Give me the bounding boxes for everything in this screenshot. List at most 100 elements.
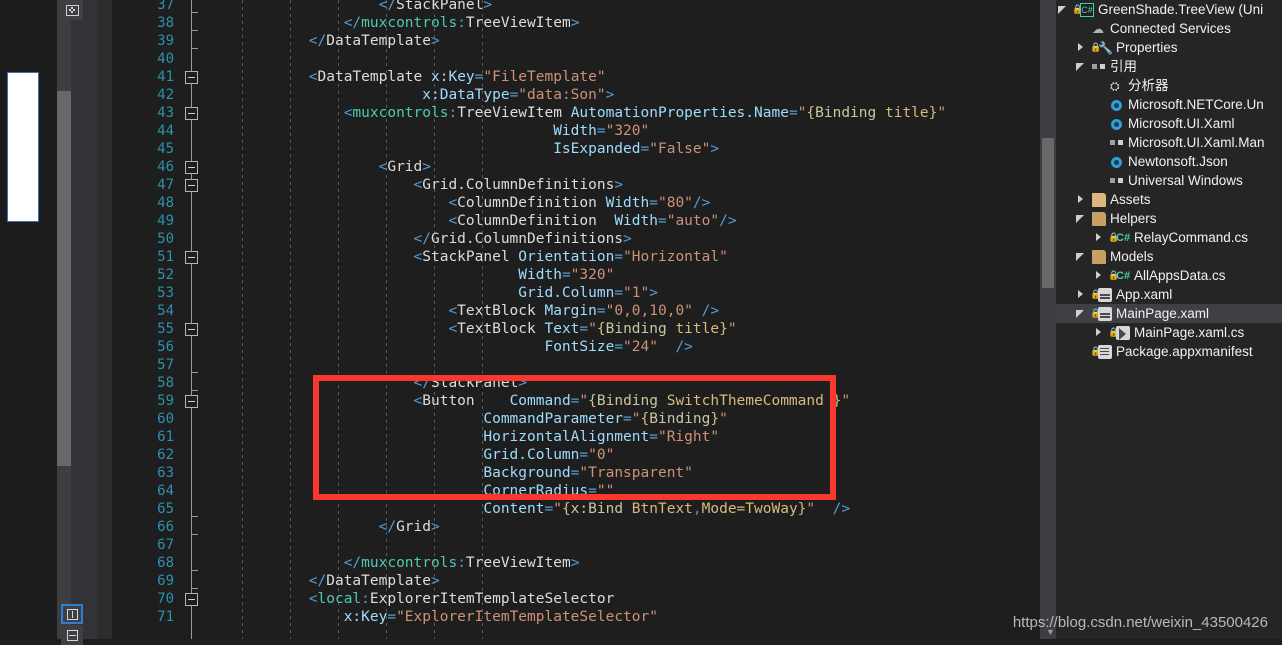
fold-collapse-box[interactable] bbox=[185, 323, 198, 336]
editor-scrollbar-thumb[interactable] bbox=[1042, 138, 1054, 288]
code-line[interactable]: <local:ExplorerItemTemplateSelector bbox=[204, 590, 615, 608]
code-token: Width bbox=[614, 213, 658, 229]
code-line[interactable]: </Grid> bbox=[204, 518, 440, 536]
chevron-down-icon[interactable] bbox=[1058, 5, 1067, 14]
code-line[interactable]: IsExpanded="False"> bbox=[204, 140, 719, 158]
solution-explorer-item[interactable]: 🔒 C# RelayCommand.cs bbox=[1056, 228, 1282, 247]
code-token: > bbox=[605, 87, 615, 103]
code-token: TextBlock bbox=[457, 321, 536, 337]
solution-explorer-item[interactable]: 🔒 App.xaml bbox=[1056, 285, 1282, 304]
solution-explorer-item[interactable]: 🔒 MainPage.xaml bbox=[1056, 304, 1282, 323]
solution-explorer-item[interactable]: Models bbox=[1056, 247, 1282, 266]
code-token: } bbox=[719, 321, 728, 337]
code-line[interactable]: </StackPanel> bbox=[204, 0, 493, 14]
code-token: "Horizontal" bbox=[623, 249, 728, 265]
document-preview-panel[interactable] bbox=[7, 72, 39, 222]
fold-collapse-box[interactable] bbox=[185, 179, 198, 192]
code-line[interactable]: Width="320" bbox=[204, 266, 614, 284]
code-token: "320" bbox=[605, 123, 650, 139]
fold-collapse-box[interactable] bbox=[185, 71, 198, 84]
solution-explorer-scroll-down-arrow[interactable]: ▼ bbox=[1046, 627, 1055, 637]
code-line[interactable]: Grid.Column="1"> bbox=[204, 284, 658, 302]
solution-explorer-item[interactable]: ☁ Connected Services bbox=[1056, 19, 1282, 38]
chevron-down-icon[interactable] bbox=[1076, 62, 1085, 71]
code-token: BtnText bbox=[631, 501, 693, 517]
chevron-right-icon[interactable] bbox=[1076, 195, 1085, 204]
rail-scrollbar-thumb[interactable] bbox=[57, 91, 71, 466]
solution-explorer-item[interactable]: ⛭ 分析器 bbox=[1056, 76, 1282, 95]
fold-collapse-box[interactable] bbox=[185, 251, 198, 264]
solution-explorer-item[interactable]: 🔒 Package.appxmanifest bbox=[1056, 342, 1282, 361]
code-line[interactable]: </DataTemplate> bbox=[204, 32, 440, 50]
editor-scrollbar-track[interactable] bbox=[1040, 0, 1056, 639]
xaml-file-icon bbox=[1098, 307, 1112, 321]
solution-explorer-item-label: AllAppsData.cs bbox=[1134, 268, 1226, 283]
fold-collapse-box[interactable] bbox=[185, 593, 198, 606]
code-token: "ExplorerItemTemplateSelector" bbox=[396, 609, 658, 625]
fold-collapse-box[interactable] bbox=[185, 107, 198, 120]
code-line[interactable]: <Grid> bbox=[204, 158, 431, 176]
code-line[interactable]: </DataTemplate> bbox=[204, 572, 440, 590]
code-line[interactable]: <DataTemplate x:Key="FileTemplate" bbox=[204, 68, 606, 86]
split-vertical-icon[interactable] bbox=[61, 604, 83, 624]
code-line[interactable]: </Grid.ColumnDefinitions> bbox=[204, 230, 632, 248]
split-horizontal-icon[interactable] bbox=[61, 625, 83, 645]
nuget-package-icon bbox=[1110, 117, 1124, 131]
code-line[interactable]: </muxcontrols:TreeViewItem> bbox=[204, 14, 580, 32]
solution-explorer-item[interactable]: 🔒 C# AllAppsData.cs bbox=[1056, 266, 1282, 285]
chevron-down-icon[interactable] bbox=[1076, 214, 1085, 223]
csharp-file-icon: C# bbox=[1116, 232, 1131, 244]
code-editor[interactable]: 37 38 39 40 41 42 43 44 45 46 47 48 49 50 51 52 53 54 55 56… bbox=[112, 0, 1040, 639]
solution-explorer-item[interactable]: Assets bbox=[1056, 190, 1282, 209]
solution-explorer-item[interactable]: 🔒 🔧 Properties bbox=[1056, 38, 1282, 57]
code-token: < bbox=[448, 321, 458, 337]
code-token: > bbox=[483, 0, 493, 13]
solution-explorer-item[interactable]: Helpers bbox=[1056, 209, 1282, 228]
code-map-icon[interactable] bbox=[61, 0, 83, 20]
solution-explorer-item[interactable]: Newtonsoft.Json bbox=[1056, 152, 1282, 171]
solution-explorer-item[interactable]: Universal Windows bbox=[1056, 171, 1282, 190]
code-line[interactable]: x:Key="ExplorerItemTemplateSelector" bbox=[204, 608, 658, 626]
code-line[interactable]: Content="{x:Bind BtnText,Mode=TwoWay}" /… bbox=[204, 500, 850, 518]
code-line[interactable]: <muxcontrols:TreeViewItem AutomationProp… bbox=[204, 104, 946, 122]
code-line[interactable]: x:DataType="data:Son"> bbox=[204, 86, 614, 104]
chevron-down-icon[interactable] bbox=[1076, 252, 1085, 261]
solution-explorer-item[interactable]: 🔒 C# GreenShade.TreeView (Uni bbox=[1056, 0, 1282, 19]
code-line[interactable]: Width="320" bbox=[204, 122, 649, 140]
fold-collapse-box[interactable] bbox=[185, 161, 198, 174]
chevron-right-icon[interactable] bbox=[1094, 328, 1103, 337]
code-line[interactable]: <TextBlock Margin="0,0,10,0" /> bbox=[204, 302, 719, 320]
code-token: TreeViewItem bbox=[457, 105, 562, 121]
solution-explorer-item[interactable]: Microsoft.NETCore.Un bbox=[1056, 95, 1282, 114]
chevron-right-icon[interactable] bbox=[1094, 233, 1103, 242]
code-line[interactable]: <TextBlock Text="{Binding title}" bbox=[204, 320, 736, 338]
solution-explorer-item[interactable]: 引用 bbox=[1056, 57, 1282, 76]
solution-explorer-item[interactable]: 🔒 MainPage.xaml.cs bbox=[1056, 323, 1282, 342]
solution-explorer-item[interactable]: Microsoft.UI.Xaml bbox=[1056, 114, 1282, 133]
solution-explorer-tree[interactable]: 🔒 C# GreenShade.TreeView (Uni ☁ Connected Se… bbox=[1056, 0, 1282, 639]
code-line[interactable]: <Grid.ColumnDefinitions> bbox=[204, 176, 624, 194]
line-number: 64 bbox=[157, 483, 174, 499]
chevron-right-icon[interactable] bbox=[1094, 271, 1103, 280]
code-line[interactable]: </muxcontrols:TreeViewItem> bbox=[204, 554, 580, 572]
fold-collapse-box[interactable] bbox=[185, 395, 198, 408]
lock-icon: 🔒 bbox=[1090, 308, 1102, 318]
line-number: 41 bbox=[157, 69, 174, 85]
line-number: 52 bbox=[157, 267, 174, 283]
solution-explorer-item[interactable]: Microsoft.UI.Xaml.Man bbox=[1056, 133, 1282, 152]
code-line[interactable]: <ColumnDefinition Width="80"/> bbox=[204, 194, 710, 212]
chevron-right-icon[interactable] bbox=[1076, 290, 1085, 299]
code-line[interactable]: <StackPanel Orientation="Horizontal" bbox=[204, 248, 728, 266]
chevron-down-icon[interactable] bbox=[1076, 309, 1085, 318]
code-line[interactable]: <ColumnDefinition Width="auto"/> bbox=[204, 212, 736, 230]
chevron-right-icon[interactable] bbox=[1076, 43, 1085, 52]
solution-explorer-item-label: Models bbox=[1110, 249, 1154, 264]
code-text-surface[interactable]: </StackPanel> </muxcontrols:TreeViewItem… bbox=[204, 0, 1040, 639]
code-folding-column[interactable] bbox=[180, 0, 204, 639]
code-line[interactable]: FontSize="24" /> bbox=[204, 338, 692, 356]
